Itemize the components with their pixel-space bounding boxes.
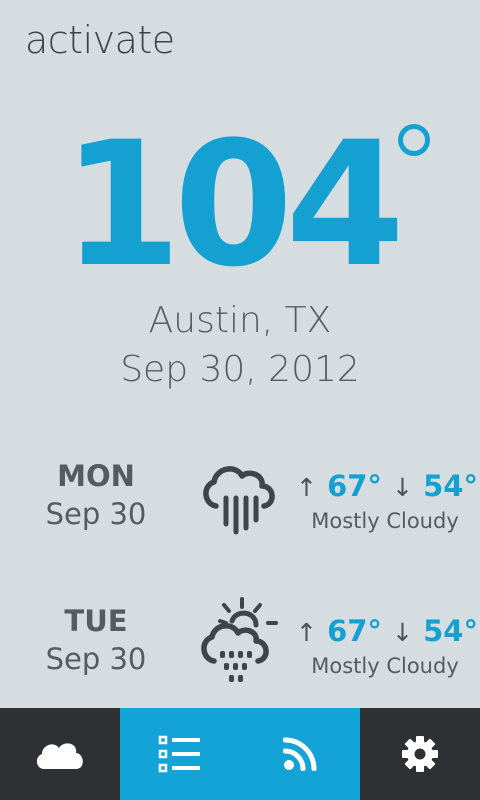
- nav-feed-button[interactable]: [240, 708, 360, 800]
- forecast-low: 54°: [423, 469, 478, 503]
- forecast-day-date: Sep 30: [45, 642, 147, 676]
- nav-weather-button[interactable]: [0, 708, 120, 800]
- forecast-temps: ↑ 67° ↓ 54° Mostly Cloudy: [296, 613, 478, 681]
- forecast-high-low: ↑ 67° ↓ 54°: [296, 613, 478, 651]
- forecast-high: 67°: [327, 614, 382, 648]
- forecast-day: TUE Sep 30: [36, 603, 156, 679]
- sun-cloud-rain-icon: [198, 595, 288, 695]
- up-arrow-icon: ↑: [296, 473, 317, 502]
- bottom-nav: [0, 708, 480, 800]
- forecast-high-low: ↑ 67° ↓ 54°: [296, 468, 478, 506]
- list-icon: [158, 735, 200, 773]
- up-arrow-icon: ↑: [296, 618, 317, 647]
- app-title: activate: [25, 18, 175, 62]
- forecast-temps: ↑ 67° ↓ 54° Mostly Cloudy: [296, 468, 478, 536]
- current-date: Sep 30, 2012: [120, 349, 360, 390]
- forecast-low: 54°: [423, 614, 478, 648]
- forecast-high: 67°: [327, 469, 382, 503]
- forecast-condition: Mostly Cloudy: [311, 654, 459, 678]
- current-temperature-block: 104: [0, 110, 480, 300]
- down-arrow-icon: ↓: [392, 473, 413, 502]
- forecast-condition: Mostly Cloudy: [311, 509, 459, 533]
- current-temperature: 104: [62, 104, 405, 305]
- forecast-row-tue[interactable]: TUE Sep 30 ↑ 67° ↓ 54° Mostly Cloudy: [0, 595, 480, 705]
- forecast-row-mon[interactable]: MON Sep 30 ↑ 67° ↓ 54° Mostly Cloudy: [0, 450, 480, 560]
- gear-icon: [402, 736, 438, 772]
- cloud-icon: [36, 743, 83, 769]
- forecast-day-name: TUE: [64, 604, 128, 638]
- down-arrow-icon: ↓: [392, 618, 413, 647]
- nav-settings-button[interactable]: [360, 708, 480, 800]
- forecast-day-name: MON: [57, 459, 135, 493]
- degree-symbol: [398, 124, 430, 156]
- rss-icon: [283, 737, 317, 771]
- nav-list-button[interactable]: [120, 708, 240, 800]
- forecast-day: MON Sep 30: [36, 458, 156, 534]
- location-label: Austin, TX: [148, 300, 332, 341]
- rain-cloud-icon: [198, 450, 288, 550]
- forecast-day-date: Sep 30: [45, 497, 147, 531]
